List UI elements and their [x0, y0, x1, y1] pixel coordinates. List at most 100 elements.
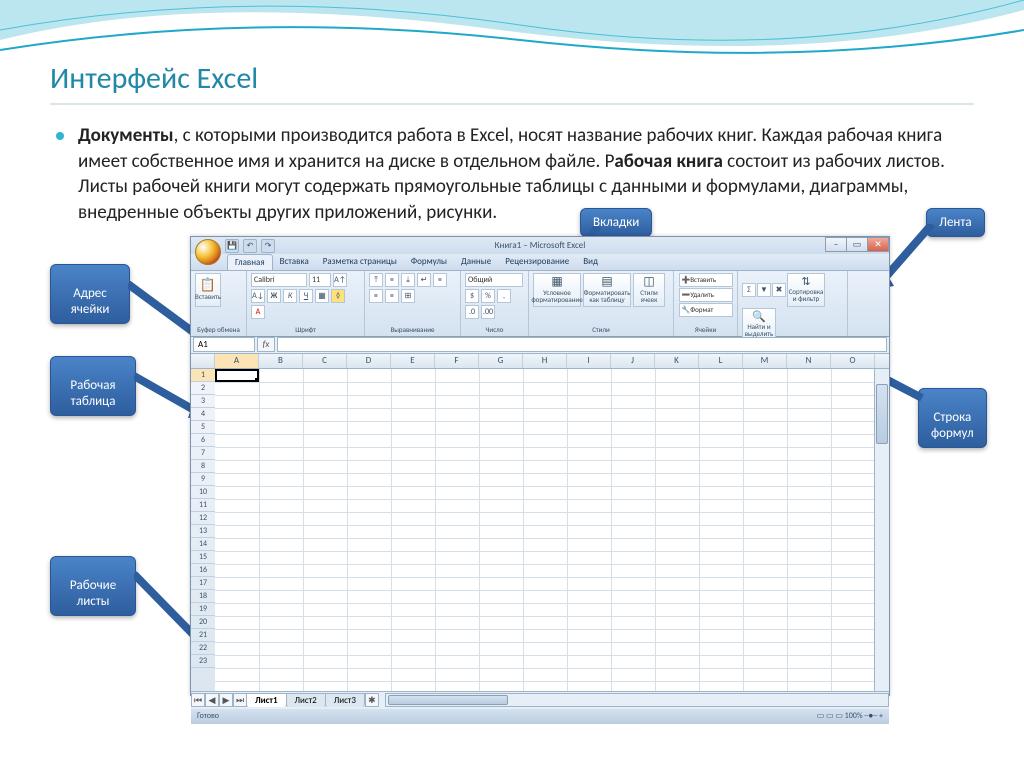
- row-header[interactable]: 6: [191, 434, 215, 447]
- decrease-font-icon[interactable]: A↓: [251, 289, 265, 303]
- comma-icon[interactable]: ,: [497, 289, 511, 303]
- row-header[interactable]: 18: [191, 590, 215, 603]
- col-header[interactable]: F: [435, 354, 479, 368]
- align-bottom-icon[interactable]: ⤓: [401, 273, 415, 287]
- insert-cells-button[interactable]: ➕ Вставить: [679, 273, 733, 287]
- row-header[interactable]: 11: [191, 499, 215, 512]
- wrap-text-icon[interactable]: ↵: [417, 273, 431, 287]
- scroll-thumb[interactable]: [388, 695, 508, 705]
- row-header[interactable]: 4: [191, 408, 215, 421]
- paste-button[interactable]: 📋Вставить: [195, 273, 221, 307]
- percent-icon[interactable]: %: [481, 289, 495, 303]
- sheet-nav-next-icon[interactable]: ▶: [219, 693, 233, 707]
- sheet-nav-prev-icon[interactable]: ◀: [205, 693, 219, 707]
- col-header[interactable]: G: [479, 354, 523, 368]
- col-header[interactable]: E: [391, 354, 435, 368]
- row-header[interactable]: 2: [191, 382, 215, 395]
- maximize-button[interactable]: ▭: [846, 237, 868, 252]
- scroll-thumb[interactable]: [876, 384, 888, 444]
- row-header[interactable]: 23: [191, 655, 215, 668]
- clear-icon[interactable]: ✖: [772, 283, 786, 297]
- col-header[interactable]: D: [347, 354, 391, 368]
- sheet-nav-first-icon[interactable]: ⏮: [191, 693, 205, 707]
- col-header[interactable]: B: [259, 354, 303, 368]
- align-right-icon[interactable]: ≡: [385, 289, 399, 303]
- align-center-icon[interactable]: ≡: [369, 289, 383, 303]
- qa-redo-icon[interactable]: ↷: [261, 239, 275, 253]
- row-header[interactable]: 9: [191, 473, 215, 486]
- decrease-decimal-icon[interactable]: .00: [481, 305, 495, 319]
- cell-styles-button[interactable]: ◫Стили ячеек: [633, 273, 665, 307]
- format-as-table-button[interactable]: ▤Форматировать как таблицу: [583, 273, 631, 307]
- row-header[interactable]: 10: [191, 486, 215, 499]
- row-header[interactable]: 16: [191, 564, 215, 577]
- tab-data[interactable]: Данные: [454, 254, 498, 270]
- align-middle-icon[interactable]: ≡: [385, 273, 399, 287]
- autosum-icon[interactable]: Σ: [742, 283, 756, 297]
- increase-font-icon[interactable]: A↑: [333, 273, 347, 287]
- office-button[interactable]: [195, 239, 221, 265]
- row-header[interactable]: 1: [191, 369, 215, 382]
- row-header[interactable]: 21: [191, 629, 215, 642]
- align-top-icon[interactable]: ⤒: [369, 273, 383, 287]
- col-header[interactable]: J: [611, 354, 655, 368]
- tab-page-layout[interactable]: Разметка страницы: [316, 254, 404, 270]
- minimize-button[interactable]: –: [825, 237, 847, 252]
- border-icon[interactable]: ▦: [315, 289, 329, 303]
- row-header[interactable]: 14: [191, 538, 215, 551]
- merge-icon[interactable]: ⊞: [401, 289, 415, 303]
- tab-home[interactable]: Главная: [227, 254, 273, 270]
- font-size-select[interactable]: 11: [309, 273, 331, 287]
- col-header[interactable]: A: [215, 354, 259, 368]
- bold-icon[interactable]: Ж: [267, 289, 281, 303]
- tab-insert[interactable]: Вставка: [273, 254, 316, 270]
- col-header[interactable]: L: [699, 354, 743, 368]
- underline-icon[interactable]: Ч: [299, 289, 313, 303]
- delete-cells-button[interactable]: ➖ Удалить: [679, 288, 733, 302]
- row-header[interactable]: 19: [191, 603, 215, 616]
- row-header[interactable]: 5: [191, 421, 215, 434]
- fill-color-icon[interactable]: ◊: [331, 289, 345, 303]
- sheet-nav-last-icon[interactable]: ⏭: [233, 693, 247, 707]
- name-box[interactable]: A1: [193, 337, 255, 352]
- sheet-tab[interactable]: Лист2: [286, 693, 326, 707]
- col-header[interactable]: I: [567, 354, 611, 368]
- row-header[interactable]: 12: [191, 512, 215, 525]
- select-all-button[interactable]: [191, 354, 215, 368]
- col-header[interactable]: K: [655, 354, 699, 368]
- increase-decimal-icon[interactable]: .0: [465, 305, 479, 319]
- new-sheet-icon[interactable]: ✱: [365, 693, 379, 707]
- row-header[interactable]: 15: [191, 551, 215, 564]
- fill-icon[interactable]: ▼: [757, 283, 771, 297]
- horizontal-scrollbar[interactable]: [385, 693, 889, 707]
- number-format-select[interactable]: Общий: [465, 273, 523, 287]
- col-header[interactable]: H: [523, 354, 567, 368]
- col-header[interactable]: M: [743, 354, 787, 368]
- italic-icon[interactable]: К: [283, 289, 297, 303]
- tab-review[interactable]: Рецензирование: [498, 254, 576, 270]
- sheet-tab[interactable]: Лист3: [325, 693, 365, 707]
- conditional-formatting-button[interactable]: ▦Условное форматирование: [533, 273, 581, 307]
- col-header[interactable]: O: [831, 354, 875, 368]
- qa-save-icon[interactable]: 💾: [225, 239, 239, 253]
- sort-filter-button[interactable]: ⇅Сортировка и фильтр: [787, 273, 825, 307]
- align-left-icon[interactable]: ≡: [433, 273, 447, 287]
- col-header[interactable]: N: [787, 354, 831, 368]
- font-color-icon[interactable]: A: [251, 305, 265, 319]
- qa-undo-icon[interactable]: ↶: [243, 239, 257, 253]
- row-header[interactable]: 7: [191, 447, 215, 460]
- formula-input[interactable]: [277, 337, 887, 352]
- format-cells-button[interactable]: 🔧 Формат: [679, 303, 733, 317]
- tab-formulas[interactable]: Формулы: [404, 254, 454, 270]
- row-header[interactable]: 17: [191, 577, 215, 590]
- font-name-select[interactable]: Calibri: [251, 273, 307, 287]
- tab-view[interactable]: Вид: [576, 254, 605, 270]
- fx-button[interactable]: fx: [257, 337, 275, 352]
- currency-icon[interactable]: $: [465, 289, 479, 303]
- row-header[interactable]: 8: [191, 460, 215, 473]
- col-header[interactable]: C: [303, 354, 347, 368]
- vertical-scrollbar[interactable]: [874, 369, 889, 691]
- sheet-tab[interactable]: Лист1: [246, 693, 287, 707]
- row-header[interactable]: 22: [191, 642, 215, 655]
- row-header[interactable]: 13: [191, 525, 215, 538]
